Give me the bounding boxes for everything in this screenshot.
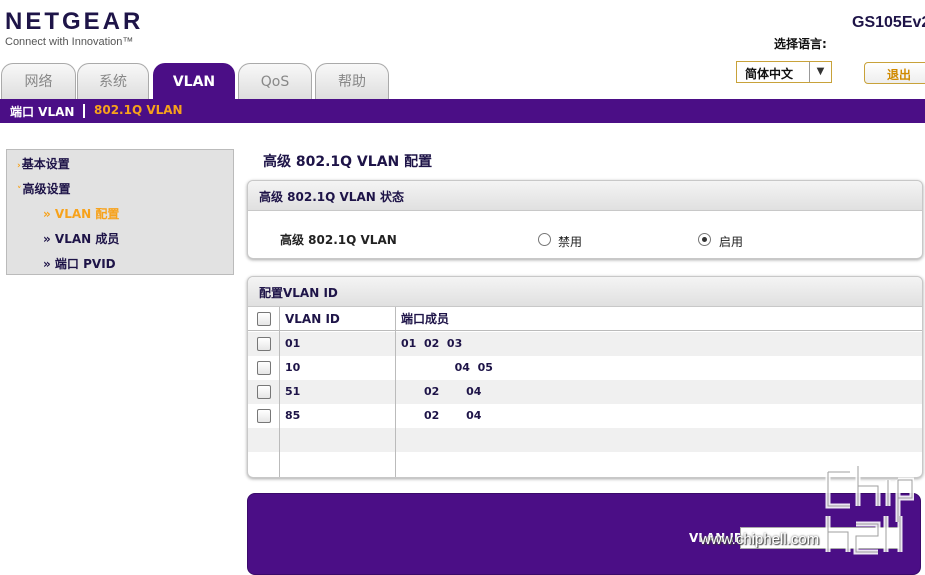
vlan-config-panel: 配置VLAN ID VLAN ID 端口成员 01 01 02 03 10 04…: [247, 276, 923, 478]
table-row[interactable]: 51 02 04: [248, 380, 922, 404]
members-cell: 02 04: [401, 385, 482, 398]
enable-radio[interactable]: [698, 233, 711, 246]
language-value: 简体中文: [745, 67, 794, 81]
table-row[interactable]: 85 02 04: [248, 404, 922, 428]
vlan-id-cell: 10: [285, 361, 301, 374]
sidebar-item-vlan-config[interactable]: » VLAN 配置: [43, 205, 119, 222]
column-divider: [395, 307, 396, 477]
chiphell-watermark-icon: [825, 466, 914, 555]
vlan-status-label: 高级 802.1Q VLAN: [280, 233, 397, 247]
logo-tagline: Connect with Innovation™: [5, 36, 134, 48]
sidebar-item-vlan-membership[interactable]: » VLAN 成员: [43, 230, 119, 247]
vlan-status-panel: 高级 802.1Q VLAN 状态 高级 802.1Q VLAN 禁用 启用: [247, 180, 923, 259]
add-vlan-panel: VLAN ID: [247, 493, 921, 575]
language-select[interactable]: 简体中文 ▼: [736, 61, 832, 83]
model-name: GS105Ev2: [852, 14, 925, 31]
language-label: 选择语言:: [774, 37, 827, 51]
table-row-empty: [248, 428, 922, 452]
subnav-bar: 端口 VLAN 802.1Q VLAN: [0, 99, 925, 123]
subnav-8021q-vlan[interactable]: 802.1Q VLAN: [94, 103, 183, 117]
disable-radio-label: 禁用: [558, 235, 583, 249]
panel-header-title: 配置VLAN ID: [259, 286, 338, 300]
members-cell: 01 02 03: [401, 337, 463, 350]
logo-wordmark: NETGEAR: [5, 8, 144, 35]
row-checkbox[interactable]: [257, 385, 271, 399]
panel-header: 高级 802.1Q VLAN 状态: [248, 181, 922, 211]
enable-radio-label: 启用: [719, 235, 744, 249]
row-checkbox[interactable]: [257, 361, 271, 375]
page-title: 高级 802.1Q VLAN 配置: [263, 154, 433, 170]
select-all-checkbox[interactable]: [257, 312, 271, 326]
column-header-vlan-id: VLAN ID: [285, 312, 340, 326]
subnav-port-vlan[interactable]: 端口 VLAN: [10, 103, 74, 120]
vlan-id-cell: 85: [285, 409, 301, 422]
column-divider: [279, 307, 280, 477]
row-checkbox[interactable]: [257, 409, 271, 423]
sidebar-item-advanced[interactable]: ˅高级设置: [17, 180, 71, 197]
tab-system[interactable]: 系统: [77, 63, 149, 99]
table-row-empty: [248, 452, 922, 476]
disable-radio[interactable]: [538, 233, 551, 246]
table-row[interactable]: 10 04 05: [248, 356, 922, 380]
row-checkbox[interactable]: [257, 337, 271, 351]
panel-header: 配置VLAN ID: [248, 277, 922, 307]
vlan-id-cell: 51: [285, 385, 301, 398]
tab-network[interactable]: 网络: [1, 63, 76, 99]
tab-qos[interactable]: QoS: [238, 63, 312, 99]
chevron-right-icon: ›: [17, 161, 21, 171]
sidebar: ›基本设置 ˅高级设置 » VLAN 配置 » VLAN 成员 » 端口 PVI…: [6, 149, 234, 275]
panel-header-title: 高级 802.1Q VLAN 状态: [259, 190, 404, 204]
table-row[interactable]: 01 01 02 03: [248, 332, 922, 356]
sidebar-item-label: 基本设置: [21, 157, 70, 171]
sidebar-item-label: 高级设置: [22, 182, 71, 196]
column-header-members: 端口成员: [401, 312, 450, 326]
subnav-divider: [83, 104, 85, 118]
logout-button[interactable]: 退出: [864, 62, 925, 84]
tab-help[interactable]: 帮助: [315, 63, 389, 99]
netgear-logo: NETGEAR Connect with Innovation™: [5, 8, 143, 48]
sidebar-item-port-pvid[interactable]: » 端口 PVID: [43, 255, 116, 272]
vlan-id-cell: 01: [285, 337, 301, 350]
watermark-text: www.chiphell.com: [700, 531, 820, 548]
chevron-down-icon: ˅: [17, 186, 22, 196]
logout-label: 退出: [887, 68, 912, 82]
tab-vlan[interactable]: VLAN: [153, 63, 235, 99]
members-cell: 04 05: [401, 361, 493, 374]
sidebar-item-basic[interactable]: ›基本设置: [17, 155, 70, 172]
chevron-down-icon[interactable]: ▼: [809, 62, 831, 82]
members-cell: 02 04: [401, 409, 482, 422]
table-header-row: VLAN ID 端口成员: [248, 307, 922, 331]
